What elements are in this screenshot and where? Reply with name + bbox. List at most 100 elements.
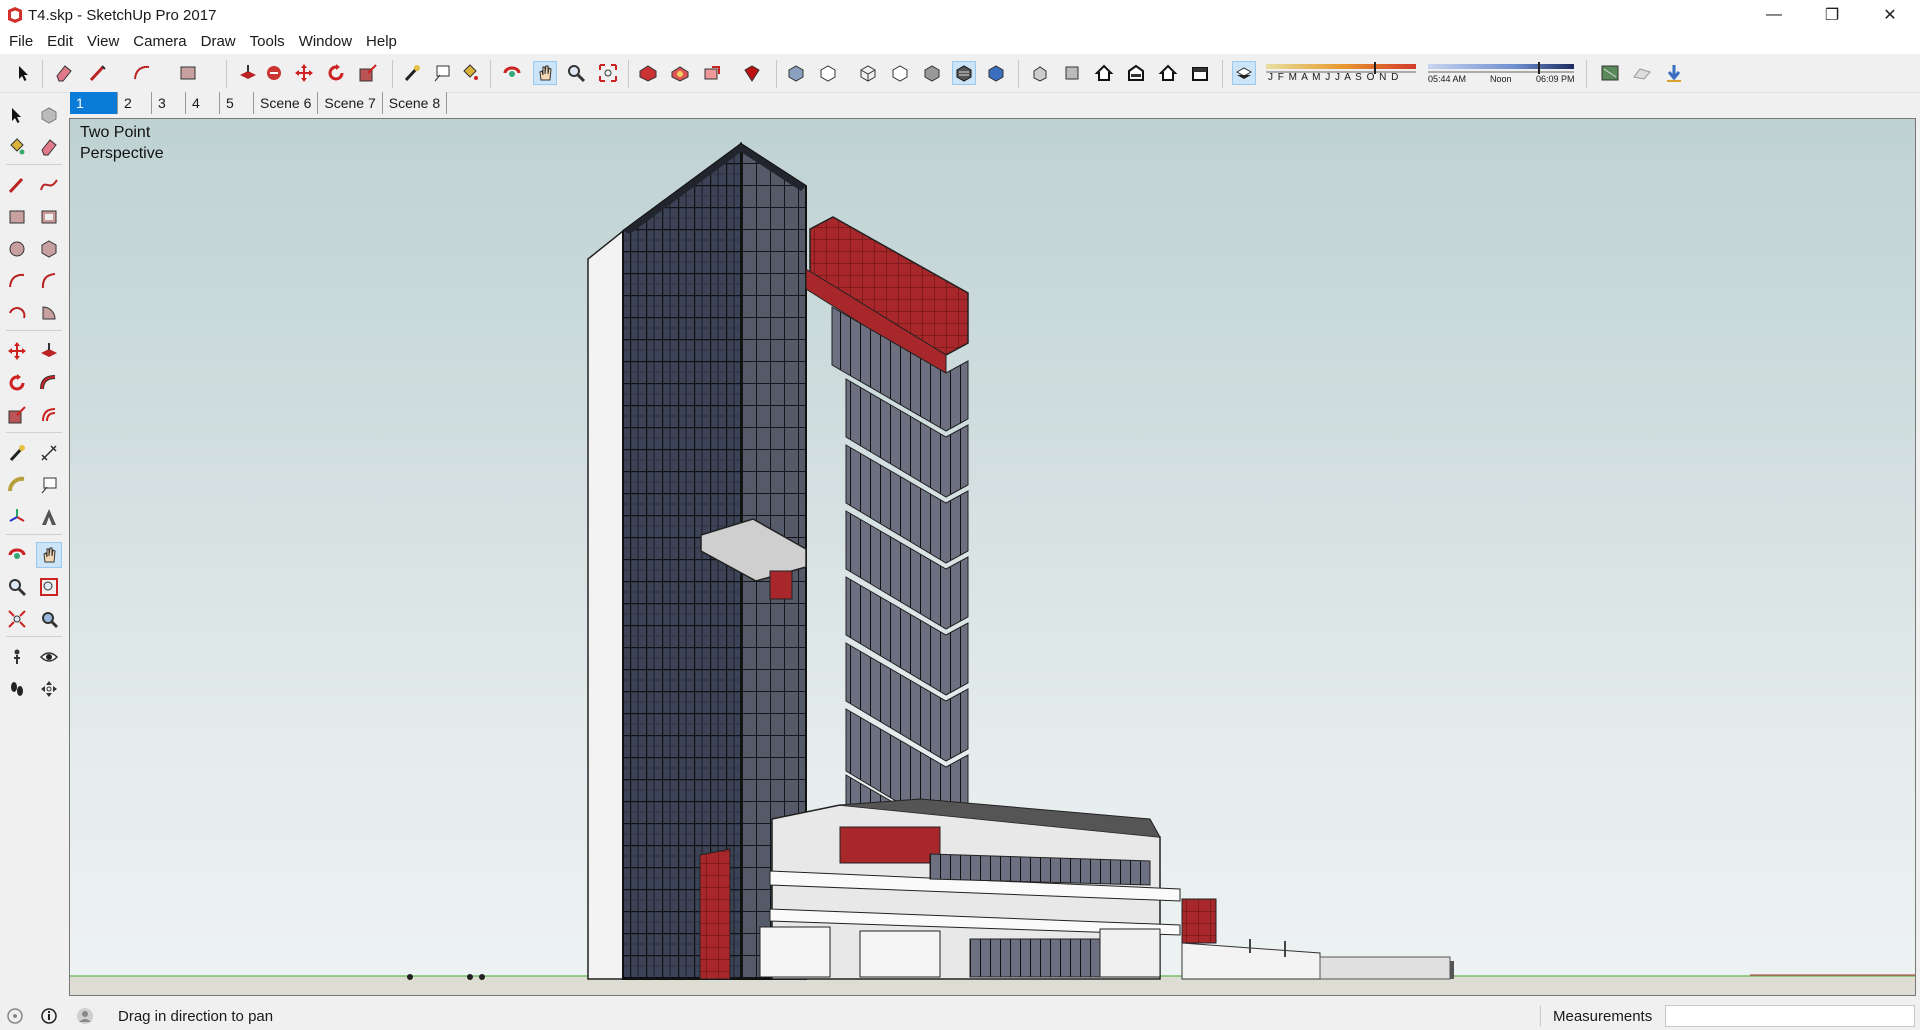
zoom-tool-icon[interactable] bbox=[4, 574, 30, 600]
text-tool-icon[interactable] bbox=[36, 472, 62, 498]
orbit-tool-icon[interactable] bbox=[4, 542, 30, 568]
shaded-with-textures-style-icon[interactable] bbox=[952, 61, 976, 85]
select-tool-icon[interactable] bbox=[12, 61, 36, 85]
scene-tab-1[interactable]: 1 bbox=[70, 92, 118, 114]
display-shadows-icon[interactable] bbox=[1232, 61, 1256, 85]
make-component-icon[interactable] bbox=[36, 102, 62, 128]
top-view-icon[interactable] bbox=[1060, 61, 1084, 85]
3d-warehouse-icon[interactable] bbox=[636, 61, 660, 85]
hidden-line-style-icon[interactable] bbox=[888, 61, 912, 85]
scene-tab-7[interactable]: Scene 7 bbox=[318, 92, 383, 114]
credits-info-icon[interactable] bbox=[40, 1007, 58, 1025]
pan-tool-icon[interactable] bbox=[36, 542, 62, 568]
main-toolbar: J F M A M J J A S O N D 05:44 AM Noon 06… bbox=[0, 54, 1920, 93]
zoom-window-tool-icon[interactable] bbox=[36, 574, 62, 600]
menu-window[interactable]: Window bbox=[292, 31, 359, 53]
back-view-icon[interactable] bbox=[1156, 61, 1180, 85]
tape-measure-tool-icon[interactable] bbox=[400, 61, 424, 85]
look-around-eye-icon[interactable] bbox=[36, 644, 62, 670]
circle-tool-icon[interactable] bbox=[4, 236, 30, 262]
three-point-arc-tool-icon[interactable] bbox=[4, 300, 30, 326]
paint-bucket-tool-icon[interactable] bbox=[458, 61, 482, 85]
pie-tool-icon[interactable] bbox=[36, 300, 62, 326]
eraser-tool-icon[interactable] bbox=[52, 61, 76, 85]
3d-text-tool-icon[interactable] bbox=[36, 504, 62, 530]
move-tool-icon[interactable] bbox=[292, 61, 316, 85]
toggle-terrain-icon[interactable] bbox=[1630, 61, 1654, 85]
menu-camera[interactable]: Camera bbox=[126, 31, 193, 53]
arc-tool-icon[interactable] bbox=[130, 61, 154, 85]
scene-tab-3[interactable]: 3 bbox=[152, 92, 186, 114]
rotated-rectangle-tool-icon[interactable] bbox=[36, 204, 62, 230]
eraser-tool-icon[interactable] bbox=[36, 134, 62, 160]
monochrome-style-icon[interactable] bbox=[984, 61, 1008, 85]
freehand-tool-icon[interactable] bbox=[36, 172, 62, 198]
geo-location-icon[interactable] bbox=[6, 1007, 24, 1025]
rectangle-tool-icon[interactable] bbox=[176, 61, 200, 85]
user-account-icon[interactable] bbox=[76, 1007, 94, 1025]
scene-tab-2[interactable]: 2 bbox=[118, 92, 152, 114]
left-view-icon[interactable] bbox=[1188, 61, 1212, 85]
wireframe-style-icon[interactable] bbox=[856, 61, 880, 85]
select-tool-icon[interactable] bbox=[4, 102, 30, 128]
add-location-icon[interactable] bbox=[1598, 61, 1622, 85]
scene-tab-6[interactable]: Scene 6 bbox=[254, 92, 319, 114]
front-view-icon[interactable] bbox=[1092, 61, 1116, 85]
xray-style-icon[interactable] bbox=[784, 61, 808, 85]
axes-tool-icon[interactable] bbox=[4, 504, 30, 530]
share-component-icon[interactable] bbox=[700, 61, 724, 85]
scale-tool-icon[interactable] bbox=[356, 61, 380, 85]
text-tool-icon[interactable] bbox=[430, 61, 454, 85]
follow-me-tool-icon[interactable] bbox=[36, 370, 62, 396]
walk-footprints-icon[interactable] bbox=[4, 676, 30, 702]
move-tool-icon[interactable] bbox=[4, 338, 30, 364]
orbit-tool-icon[interactable] bbox=[500, 61, 524, 85]
close-button[interactable]: ✕ bbox=[1861, 0, 1919, 30]
menu-draw[interactable]: Draw bbox=[194, 31, 243, 53]
zoom-tool-icon[interactable] bbox=[564, 61, 588, 85]
tape-measure-tool-icon[interactable] bbox=[4, 440, 30, 466]
shaded-style-icon[interactable] bbox=[920, 61, 944, 85]
paint-bucket-tool-icon[interactable] bbox=[4, 134, 30, 160]
section-plane-icon[interactable] bbox=[36, 676, 62, 702]
extension-warehouse-icon[interactable] bbox=[740, 61, 764, 85]
rotate-tool-icon[interactable] bbox=[324, 61, 348, 85]
position-camera-icon[interactable] bbox=[4, 644, 30, 670]
maximize-button[interactable]: ❐ bbox=[1803, 0, 1861, 30]
rotate-tool-icon[interactable] bbox=[4, 370, 30, 396]
pan-tool-icon[interactable] bbox=[533, 61, 557, 85]
push-pull-tool-icon[interactable] bbox=[236, 61, 260, 85]
zoom-extents-tool-icon[interactable] bbox=[4, 606, 30, 632]
follow-me-tool-icon[interactable] bbox=[262, 61, 286, 85]
two-point-arc-tool-icon[interactable] bbox=[36, 268, 62, 294]
zoom-extents-tool-icon[interactable] bbox=[596, 61, 620, 85]
menu-view[interactable]: View bbox=[80, 31, 126, 53]
balcony-stack bbox=[831, 306, 969, 872]
scene-tab-4[interactable]: 4 bbox=[186, 92, 220, 114]
menu-help[interactable]: Help bbox=[359, 31, 404, 53]
menu-edit[interactable]: Edit bbox=[40, 31, 80, 53]
photo-textures-icon[interactable] bbox=[1662, 61, 1686, 85]
polygon-tool-icon[interactable] bbox=[36, 236, 62, 262]
protractor-tool-icon[interactable] bbox=[4, 472, 30, 498]
offset-tool-icon[interactable] bbox=[36, 402, 62, 428]
previous-view-icon[interactable] bbox=[36, 606, 62, 632]
measurements-input[interactable] bbox=[1665, 1005, 1915, 1027]
scene-tab-5[interactable]: 5 bbox=[220, 92, 254, 114]
arc-tool-icon[interactable] bbox=[4, 268, 30, 294]
scene-tab-8[interactable]: Scene 8 bbox=[382, 92, 448, 114]
line-tool-icon[interactable] bbox=[4, 172, 30, 198]
line-tool-icon[interactable] bbox=[86, 61, 110, 85]
model-viewport[interactable]: Two Point Perspective bbox=[69, 118, 1916, 996]
share-model-icon[interactable] bbox=[668, 61, 692, 85]
push-pull-tool-icon[interactable] bbox=[36, 338, 62, 364]
rectangle-tool-icon[interactable] bbox=[4, 204, 30, 230]
back-edges-style-icon[interactable] bbox=[816, 61, 840, 85]
menu-file[interactable]: File bbox=[2, 31, 40, 53]
dimension-tool-icon[interactable] bbox=[36, 440, 62, 466]
menu-tools[interactable]: Tools bbox=[243, 31, 292, 53]
minimize-button[interactable]: — bbox=[1745, 0, 1803, 30]
right-view-icon[interactable] bbox=[1124, 61, 1148, 85]
scale-tool-icon[interactable] bbox=[4, 402, 30, 428]
iso-view-icon[interactable] bbox=[1028, 61, 1052, 85]
